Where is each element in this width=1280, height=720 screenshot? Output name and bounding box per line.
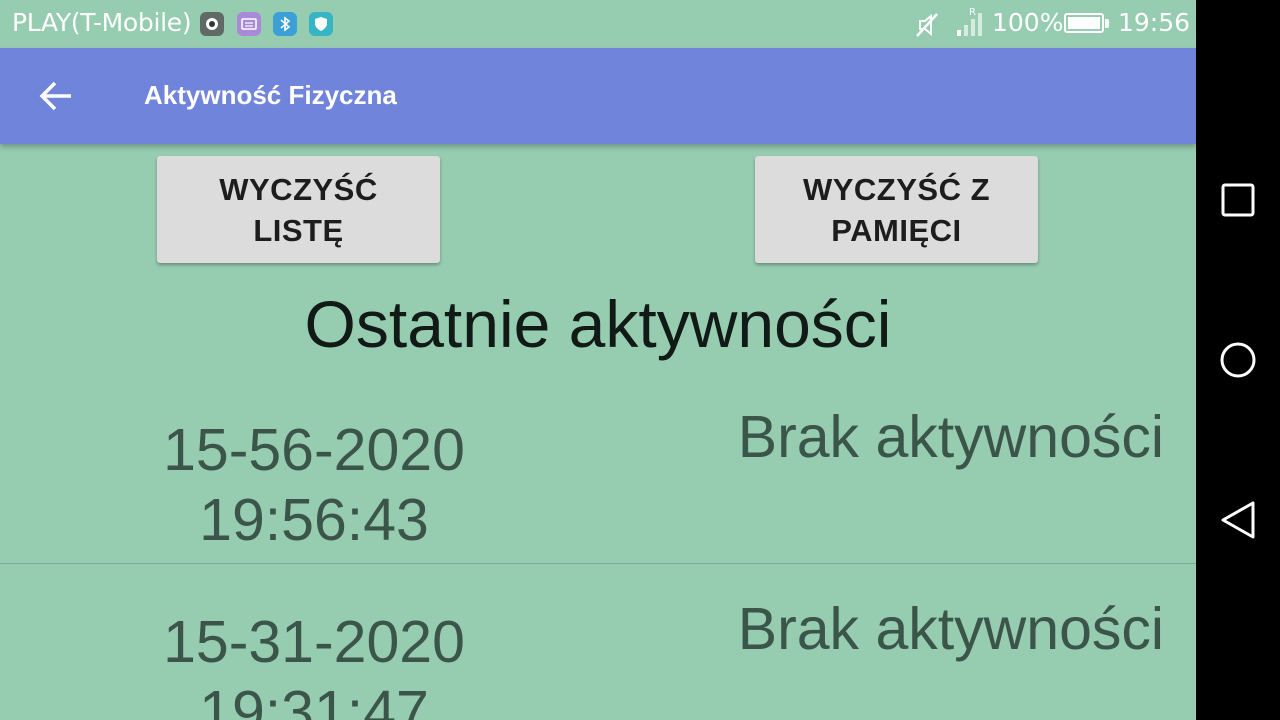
list-item[interactable]: 15-31-2020 19:31:47 Brak aktywności [0,565,1196,720]
recents-square-icon[interactable] [1212,174,1264,226]
shield-icon [309,12,333,36]
home-circle-icon[interactable] [1212,334,1264,386]
camera-icon [200,12,224,36]
back-triangle-icon[interactable] [1212,494,1264,546]
roaming-indicator: R [969,7,976,18]
list-item[interactable]: 15-56-2020 19:56:43 Brak aktywności [0,373,1196,564]
status-bar: PLAY(T-Mobile) R 100% 19:56 [0,0,1196,48]
status-clock: 19:56 [1118,8,1191,37]
app-bar-title: Aktywność Fizyczna [144,80,397,110]
activity-status: Brak aktywności [737,596,1164,662]
carrier-name: PLAY(T-Mobile) [12,8,192,37]
app-screen: PLAY(T-Mobile) R 100% 19:56 Aktywność Fi… [0,0,1196,720]
battery-icon [1064,13,1104,33]
signal-roaming-icon: R [955,6,989,44]
activity-datetime: 15-56-2020 19:56:43 [163,417,465,553]
app-bar: Aktywność Fizyczna [0,48,1196,144]
bluetooth-icon [273,12,297,36]
battery-percent: 100% [992,8,1064,37]
clear-memory-button[interactable]: WYCZYŚĆ Z PAMIĘCI [755,156,1038,263]
keyboard-icon [237,12,261,36]
navigation-bar [1196,0,1280,720]
activity-status: Brak aktywności [737,404,1164,470]
back-arrow-icon[interactable] [28,68,84,124]
battery-tip [1105,19,1109,28]
mute-icon [912,10,942,46]
clear-list-button[interactable]: WYCZYŚĆ LISTĘ [157,156,440,263]
section-title: Ostatnie aktywności [304,287,892,361]
activity-datetime: 15-31-2020 19:31:47 [163,609,465,720]
